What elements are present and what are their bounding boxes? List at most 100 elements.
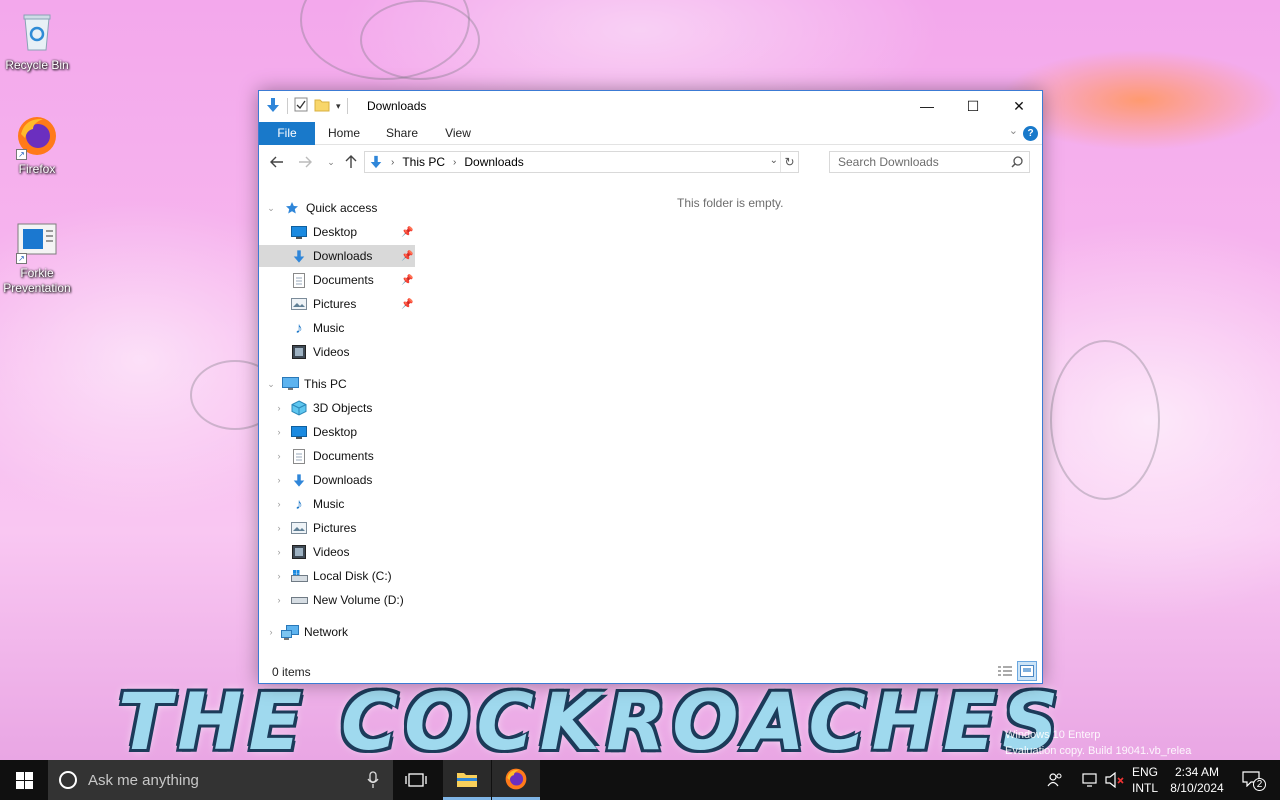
nav-label: Videos [313,545,350,559]
nav-pc-3d-objects[interactable]: › 3D Objects [259,397,415,419]
expand-chevron-icon[interactable]: › [274,547,284,557]
nav-quick-documents[interactable]: Documents 📌 [259,269,415,291]
breadcrumb-chevron-icon[interactable]: › [391,157,394,168]
nav-pc-new-volume-d[interactable]: › New Volume (D:) [259,589,415,611]
close-button[interactable]: ✕ [996,91,1042,121]
wallpaper-scribble [360,0,480,80]
file-explorer-taskbar-button[interactable] [443,760,491,800]
search-input[interactable]: Search Downloads [829,151,1030,173]
pin-icon[interactable]: 📌 [401,275,413,286]
refresh-icon[interactable]: ↻ [780,152,798,172]
clock-time: 2:34 AM [1174,765,1220,779]
nav-quick-desktop[interactable]: Desktop 📌 [259,221,415,243]
minimize-button[interactable]: — [904,91,950,121]
up-button[interactable] [341,152,361,172]
nav-quick-pictures[interactable]: Pictures 📌 [259,293,415,315]
star-icon [283,200,301,216]
input-language[interactable]: ENG INTL [1124,764,1166,796]
navigation-pane: ⌄ Quick access Desktop 📌 Downloads 📌 Doc… [259,187,419,647]
pictures-icon [290,296,308,312]
computer-icon [281,376,299,392]
pin-icon[interactable]: 📌 [401,251,413,262]
recent-locations-chevron-icon[interactable]: ⌄ [321,152,341,172]
clock[interactable]: 2:34 AM 8/10/2024 [1166,764,1228,796]
nav-label: Pictures [313,521,357,535]
nav-label: Music [313,321,345,335]
watermark-line: Evaluation copy. Build 19041.vb_relea [1005,745,1192,757]
desktop-icon-firefox[interactable]: ↗ Firefox [0,114,74,177]
nav-pc-videos[interactable]: › Videos [259,541,415,563]
title-bar: ▾ Downloads — ☐ ✕ [259,91,1042,121]
videos-film-icon [290,544,308,560]
nav-quick-access[interactable]: ⌄ Quick access [259,197,415,219]
tab-share[interactable]: Share [379,122,425,145]
properties-icon[interactable] [294,97,308,115]
help-icon[interactable]: ? [1023,126,1038,141]
maximize-button[interactable]: ☐ [950,91,996,121]
3d-objects-icon [290,400,308,416]
large-icons-view-button[interactable] [1017,661,1037,681]
expand-chevron-icon[interactable]: › [274,571,284,581]
downloads-arrow-icon [369,154,383,170]
breadcrumb-downloads[interactable]: Downloads [464,155,523,169]
expand-ribbon-chevron-icon[interactable]: ⌄ [1009,124,1018,137]
tab-home[interactable]: Home [321,122,367,145]
people-button[interactable] [1042,760,1068,800]
new-folder-icon[interactable] [314,97,330,115]
nav-pc-documents[interactable]: › Documents [259,445,415,467]
network-tray-button[interactable] [1078,760,1104,800]
cortana-icon [59,771,77,789]
nav-pc-pictures[interactable]: › Pictures [259,517,415,539]
watermark-line: Windows 10 Enterp [1005,729,1101,741]
quick-access-toolbar: ▾ [265,97,348,115]
collapse-chevron-icon[interactable]: ⌄ [266,379,276,390]
expand-chevron-icon[interactable]: › [274,499,284,509]
expand-chevron-icon[interactable]: › [274,523,284,533]
customize-toolbar-chevron-icon[interactable]: ▾ [336,101,341,112]
back-button[interactable] [267,152,287,172]
details-view-button[interactable] [995,661,1015,681]
nav-network[interactable]: › Network [259,621,415,643]
desktop-icon-forkie-preventation[interactable]: ↗ Forkie Preventation [0,218,74,296]
empty-folder-message: This folder is empty. [677,196,784,210]
start-button[interactable] [0,760,48,800]
nav-this-pc[interactable]: ⌄ This PC [259,373,415,395]
nav-pc-downloads[interactable]: › Downloads [259,469,415,491]
breadcrumb-chevron-icon[interactable]: › [453,157,456,168]
desktop-icon-recycle-bin[interactable]: Recycle Bin [0,10,74,73]
address-bar[interactable]: › This PC › Downloads ⌄ ↻ [364,151,799,173]
expand-chevron-icon[interactable]: › [274,403,284,413]
shortcut-arrow-icon: ↗ [16,253,27,264]
nav-label: Downloads [313,249,373,263]
tab-file[interactable]: File [259,122,315,145]
action-center-button[interactable]: 2 [1232,760,1272,800]
cortana-search-box[interactable]: Ask me anything [48,760,393,800]
forward-button[interactable] [295,152,315,172]
breadcrumb-this-pc[interactable]: This PC [402,155,445,169]
tab-view[interactable]: View [435,122,481,145]
nav-pc-local-disk-c[interactable]: › Local Disk (C:) [259,565,415,587]
nav-quick-videos[interactable]: Videos [259,341,415,363]
nav-pc-desktop[interactable]: › Desktop [259,421,415,443]
nav-quick-downloads[interactable]: Downloads 📌 [259,245,415,267]
nav-label: This PC [304,377,347,391]
expand-chevron-icon[interactable]: › [274,427,284,437]
microphone-icon[interactable] [367,771,379,792]
expand-chevron-icon[interactable]: › [274,595,284,605]
task-view-button[interactable] [392,760,440,800]
collapse-chevron-icon[interactable]: ⌄ [266,203,276,214]
pin-icon[interactable]: 📌 [401,227,413,238]
nav-pc-music[interactable]: › ♪ Music [259,493,415,515]
pin-icon[interactable]: 📌 [401,299,413,310]
firefox-taskbar-button[interactable] [492,760,540,800]
window-title: Downloads [367,99,427,113]
status-bar: 0 items [259,661,1042,683]
nav-quick-music[interactable]: ♪ Music [259,317,415,339]
windows-logo-icon [15,771,33,789]
address-history-chevron-icon[interactable]: ⌄ [770,155,778,166]
downloads-arrow-icon [290,248,308,264]
expand-chevron-icon[interactable]: › [266,627,276,637]
toolbar-divider [346,98,348,114]
expand-chevron-icon[interactable]: › [274,475,284,485]
expand-chevron-icon[interactable]: › [274,451,284,461]
